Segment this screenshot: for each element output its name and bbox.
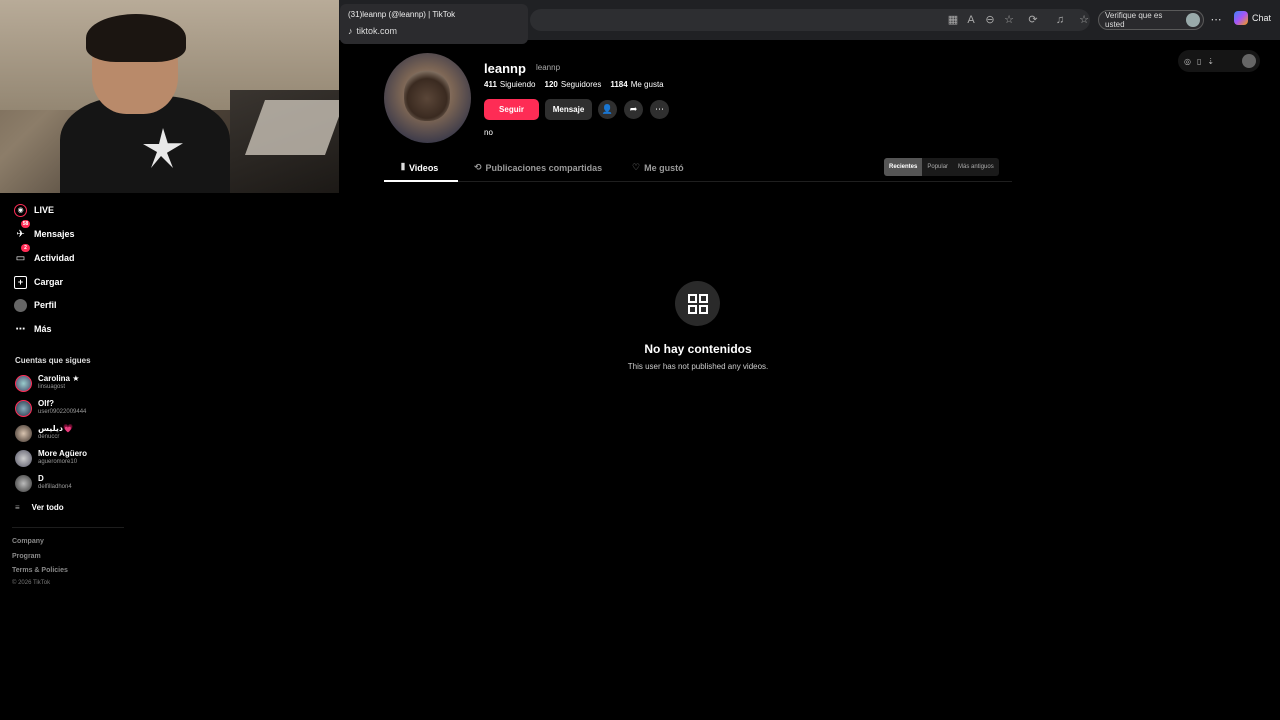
following-username: agueromore10 (38, 459, 78, 465)
tab-liked[interactable]: ♡ Me gustó (632, 162, 684, 173)
add-friend-icon[interactable]: 👤 (598, 100, 617, 119)
list-icon: ≡ (15, 503, 20, 512)
activity-icon: ▭ (15, 252, 26, 264)
avatar (15, 375, 32, 392)
messages-badge: 58 (21, 220, 30, 228)
tab-reposts[interactable]: ⟲ Publicaciones compartidas (474, 162, 602, 173)
message-button[interactable]: Mensaje (545, 99, 592, 120)
following-title: Cuentas que sigues (15, 356, 91, 365)
favorite-icon[interactable]: ☆ (1002, 13, 1016, 27)
zoom-icon[interactable]: ⊖ (983, 13, 997, 27)
webcam-overlay (0, 0, 339, 193)
sidebar-label: Mensajes (34, 229, 75, 239)
tab-domain: tiktok.com (356, 26, 398, 36)
stat-likes: 1184 Me gusta (610, 80, 664, 89)
device-icon[interactable]: ▯ (1197, 57, 1201, 66)
upload-icon: + (14, 275, 27, 289)
footer-link-program[interactable]: Program (12, 553, 41, 560)
following-username: denuccr (38, 434, 60, 440)
following-name: ديليس💗 (38, 424, 73, 433)
following-username: user09022009444 (38, 409, 87, 415)
profile-nickname: leannp (536, 63, 561, 72)
translate-icon[interactable]: A (964, 13, 978, 27)
following-name: Carolina ★ (38, 374, 80, 383)
videos-icon: ⦀ (401, 162, 405, 172)
profile-username: leannp (484, 61, 526, 76)
following-username: delfilladhon4 (38, 484, 72, 490)
app-icon[interactable]: ▦ (946, 13, 960, 27)
sidebar-label: LIVE (34, 205, 55, 215)
tab-indicator (384, 180, 458, 182)
tab-title: (31)leannp (@leannp) | TikTok (348, 10, 456, 19)
verify-label: Verifique que es usted (1105, 11, 1163, 29)
verify-profile-button[interactable]: Verifique que es usted (1098, 10, 1204, 30)
share-icon[interactable]: ➦ (624, 100, 643, 119)
tab-label: Publicaciones compartidas (485, 162, 603, 173)
follow-button[interactable]: Seguir (484, 99, 539, 120)
more-options-icon[interactable]: ⋯ (650, 100, 669, 119)
avatar (15, 475, 32, 492)
top-right-tools: ◎ ▯ ⇣ (1178, 50, 1260, 72)
avatar (15, 425, 32, 442)
refresh-icon[interactable]: ⟳ (1026, 13, 1040, 27)
following-username: linsuagost (38, 384, 66, 390)
tab-videos[interactable]: ⦀ Videos (401, 162, 438, 173)
download-icon[interactable]: ⇣ (1207, 57, 1214, 66)
liked-icon: ♡ (632, 162, 641, 172)
see-all-label: Ver todo (31, 503, 64, 512)
copilot-icon (1234, 11, 1248, 25)
tab-tooltip: (31)leannp (@leannp) | TikTok ♪ tiktok.co… (340, 4, 528, 44)
sort-oldest[interactable]: Más antiguos (953, 158, 999, 176)
sort-popular[interactable]: Popular (922, 158, 953, 176)
avatar (15, 400, 32, 417)
profile-stats: 411 Siguiendo 120 Seguidores 1184 Me gusta (484, 80, 664, 89)
user-avatar[interactable] (1242, 54, 1256, 68)
following-name: More Agüero (38, 449, 88, 458)
footer-link-company[interactable]: Company (12, 538, 44, 545)
more-icon: ⋯ (15, 323, 26, 335)
copilot-chat-button[interactable]: Chat (1234, 11, 1271, 25)
footer-link-terms[interactable]: Terms & Policies (12, 567, 68, 574)
stat-following[interactable]: 411 Siguiendo (484, 80, 536, 89)
grid-icon (675, 281, 720, 326)
activity-badge: 2 (21, 244, 30, 252)
see-all-button[interactable]: ≡ Ver todo (15, 503, 64, 512)
sidebar-label: Actividad (34, 253, 75, 263)
coins-icon[interactable]: ◎ (1184, 57, 1191, 66)
profile-icon (14, 298, 27, 312)
messages-icon: ✈ (16, 228, 25, 240)
browser-avatar (1186, 13, 1200, 27)
live-icon: ◉ (14, 203, 27, 217)
menu-dots-icon[interactable]: ⋯ (1209, 13, 1223, 27)
repost-icon: ⟲ (474, 162, 482, 172)
copyright: © 2026 TikTok (12, 580, 51, 586)
tab-label: Me gustó (644, 162, 684, 173)
empty-subtitle: This user has not published any videos. (627, 362, 769, 371)
sidebar-label: Perfil (34, 300, 57, 310)
sort-toggle: Recientes Popular Más antiguos (884, 158, 999, 176)
chat-label: Chat (1252, 13, 1272, 23)
favorites-bar-icon[interactable]: ☆ (1077, 13, 1091, 27)
tab-label: Videos (408, 162, 439, 173)
avatar (15, 450, 32, 467)
sidebar-label: Más (34, 324, 52, 334)
following-name: Olf? (38, 399, 54, 408)
stat-followers[interactable]: 120 Seguidores (545, 80, 602, 89)
sort-recent[interactable]: Recientes (884, 158, 923, 176)
following-name: D (38, 474, 44, 483)
empty-title: No hay contenidos (644, 342, 752, 356)
profile-bio: no (484, 128, 493, 137)
profile-avatar (384, 53, 471, 143)
sidebar-divider (12, 527, 124, 528)
sidebar-label: Cargar (34, 277, 64, 287)
tiktok-icon: ♪ (348, 26, 353, 36)
extensions-icon[interactable]: ♫ (1053, 13, 1067, 27)
